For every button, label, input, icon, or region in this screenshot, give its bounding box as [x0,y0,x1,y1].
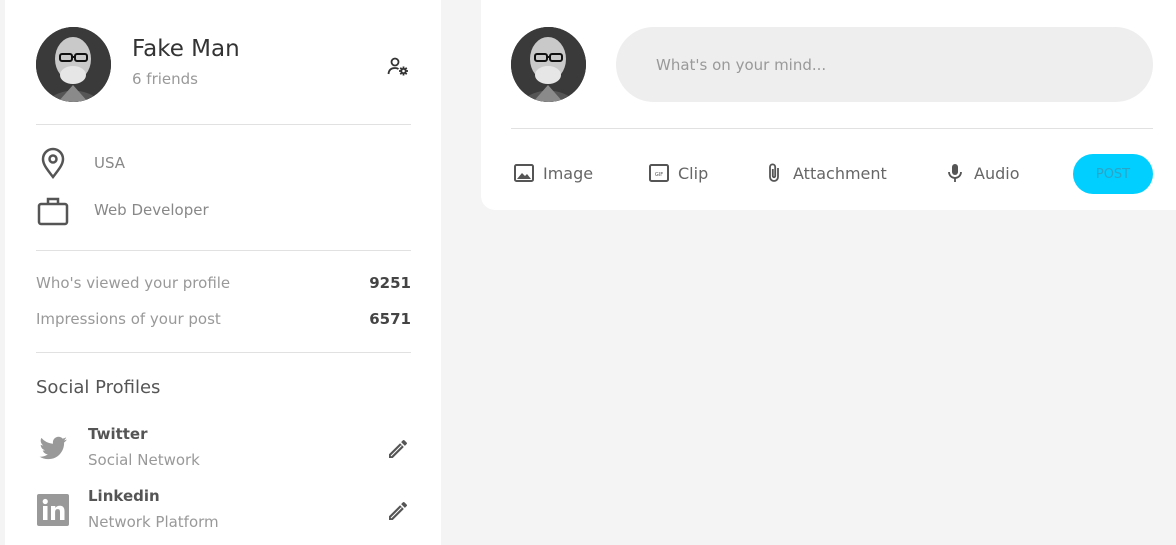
post-composer-card: Image GIF Clip Attachment Audio POST [481,0,1176,210]
paperclip-icon [769,163,779,182]
avatar[interactable] [511,27,586,102]
friends-count[interactable]: 6 friends [132,70,198,88]
user-settings-icon[interactable] [386,54,410,78]
divider [36,250,411,251]
image-icon [514,164,534,182]
stat-value-profile-views: 9251 [369,274,411,292]
location-text: USA [94,154,126,172]
image-button[interactable]: Image [513,161,593,185]
post-input[interactable] [616,27,1153,102]
profile-card: Fake Man 6 friends USA Web Developer Who… [5,0,441,545]
stat-label-impressions[interactable]: Impressions of your post [36,310,221,328]
gif-icon: GIF [649,164,669,182]
image-label: Image [543,163,594,183]
divider [36,124,411,125]
avatar[interactable] [36,27,111,102]
profile-name: Fake Man [132,36,240,62]
social-sub-twitter: Social Network [88,451,200,469]
attachment-button[interactable]: Attachment [763,161,887,185]
attachment-label: Attachment [793,163,887,183]
divider [511,128,1153,129]
edit-pencil-icon[interactable] [386,437,410,461]
audio-button[interactable]: Audio [944,161,1019,185]
audio-label: Audio [974,163,1020,183]
briefcase-icon [36,194,70,228]
microphone-icon [948,164,962,182]
twitter-icon[interactable] [36,431,70,465]
clip-button[interactable]: GIF Clip [648,161,708,185]
social-name-linkedin[interactable]: Linkedin [88,487,160,505]
stat-label-profile-views[interactable]: Who's viewed your profile [36,274,230,292]
svg-text:GIF: GIF [655,172,663,178]
edit-pencil-icon[interactable] [386,499,410,523]
location-pin-icon [36,147,70,181]
social-name-twitter[interactable]: Twitter [88,425,148,443]
linkedin-icon[interactable] [36,493,70,527]
job-text: Web Developer [94,201,209,219]
divider [36,352,411,353]
post-button[interactable]: POST [1073,154,1153,194]
stat-value-impressions: 6571 [369,310,411,328]
social-sub-linkedin: Network Platform [88,513,219,531]
social-profiles-title: Social Profiles [36,377,161,398]
clip-label: Clip [678,163,709,183]
